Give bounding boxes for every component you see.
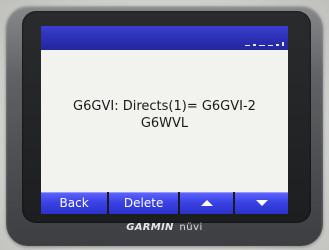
model-name: nüvi	[179, 222, 203, 233]
scroll-up-button[interactable]	[180, 192, 234, 214]
arrow-down-icon	[255, 200, 268, 206]
status-indicator	[253, 44, 256, 46]
status-indicator	[282, 42, 284, 46]
status-indicator	[245, 45, 250, 46]
arrow-up-icon	[200, 200, 213, 206]
device-screen: G6GVI: Directs(1)= G6GVI-2 G6WVL Back De…	[41, 26, 288, 214]
delete-button[interactable]: Delete	[109, 192, 179, 214]
photo-background: G6GVI: Directs(1)= G6GVI-2 G6WVL Back De…	[0, 0, 329, 250]
back-button-label: Back	[59, 196, 89, 210]
back-button[interactable]: Back	[41, 192, 108, 214]
brand-logo: GARMIN	[126, 222, 174, 233]
button-bar: Back Delete	[41, 192, 288, 214]
message-line-1: G6GVI: Directs(1)= G6GVI-2	[73, 99, 256, 114]
status-indicator	[259, 45, 265, 46]
status-indicator	[268, 45, 273, 46]
message-line-2: G6WVL	[140, 116, 189, 131]
scroll-down-button[interactable]	[235, 192, 288, 214]
delete-button-label: Delete	[123, 196, 164, 210]
status-indicator	[276, 44, 279, 46]
message-text: G6GVI: Directs(1)= G6GVI-2 G6WVL	[41, 98, 288, 132]
device-branding: GARMIN nüvi	[0, 222, 329, 233]
status-indicators	[245, 34, 284, 46]
status-bar	[41, 26, 288, 50]
